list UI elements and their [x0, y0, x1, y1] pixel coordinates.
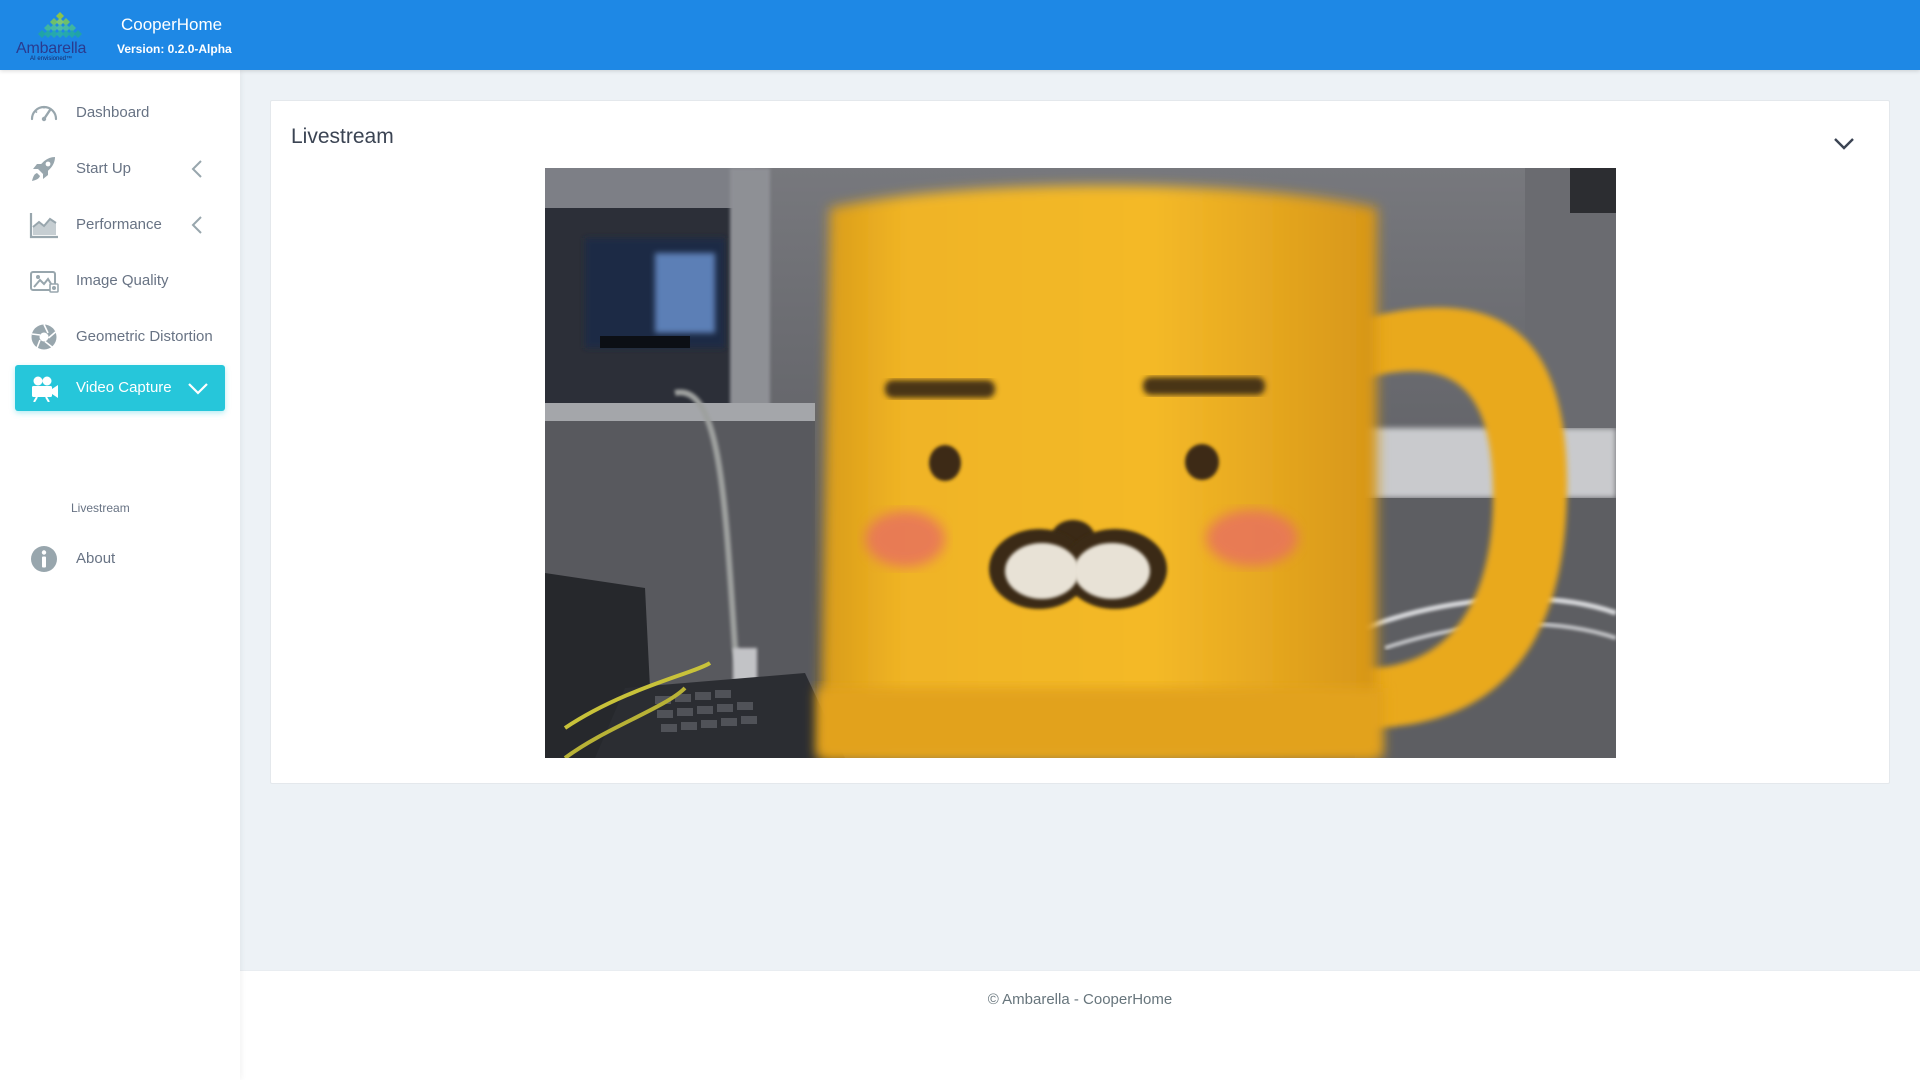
- sidebar-item-label: Video Capture: [76, 379, 172, 396]
- app-version: Version: 0.2.0-Alpha: [117, 42, 232, 56]
- brand-tagline: AI envisioned™: [30, 56, 73, 62]
- video-camera-icon: [32, 376, 58, 402]
- sidebar-item-label: Performance: [76, 216, 162, 233]
- card-title: Livestream: [291, 125, 394, 148]
- sidebar-item-dashboard[interactable]: Dashboard: [15, 90, 225, 136]
- sidebar-subitem-livestream[interactable]: Livestream: [71, 501, 130, 515]
- livestream-frame: [545, 168, 1616, 758]
- sidebar-item-about[interactable]: About: [15, 536, 225, 582]
- sidebar-item-image-quality[interactable]: Image Quality: [15, 258, 225, 304]
- sidebar-item-geometric-distortion[interactable]: Geometric Distortion: [15, 314, 225, 360]
- sidebar: Dashboard Start Up Performance Image Qua…: [0, 70, 240, 1080]
- sidebar-item-performance[interactable]: Performance: [15, 202, 225, 248]
- footer-copyright: © Ambarella - CooperHome: [987, 991, 1173, 1008]
- sidebar-item-label: About: [76, 550, 116, 567]
- camera-aperture-icon: [31, 324, 57, 350]
- chevron-left-icon: [191, 160, 202, 178]
- sidebar-item-start-up[interactable]: Start Up: [15, 146, 225, 192]
- chevron-down-icon[interactable]: [1830, 129, 1858, 157]
- brand-logo[interactable]: Ambarella AI envisioned™: [16, 10, 104, 64]
- ambarella-logo-icon: [38, 12, 82, 38]
- sidebar-item-label: Dashboard: [76, 104, 150, 121]
- top-header: Ambarella AI envisioned™ CooperHome Vers…: [0, 0, 1920, 70]
- app-title: CooperHome: [121, 15, 223, 34]
- area-chart-icon: [29, 213, 58, 239]
- footer: © Ambarella - CooperHome: [240, 970, 1920, 1080]
- chevron-down-icon: [188, 383, 208, 395]
- rocket-icon: [32, 157, 55, 181]
- image-icon: [30, 271, 59, 293]
- sidebar-item-video-capture[interactable]: Video Capture: [15, 365, 225, 411]
- sidebar-item-label: Start Up: [76, 160, 132, 177]
- sidebar-item-label: Geometric Distortion: [76, 328, 213, 345]
- livestream-video[interactable]: [545, 168, 1616, 758]
- sidebar-item-label: Image Quality: [76, 272, 169, 289]
- livestream-card: Livestream: [270, 100, 1890, 784]
- info-icon: [31, 546, 57, 572]
- speedometer-icon: [30, 105, 58, 122]
- chevron-left-icon: [191, 216, 202, 234]
